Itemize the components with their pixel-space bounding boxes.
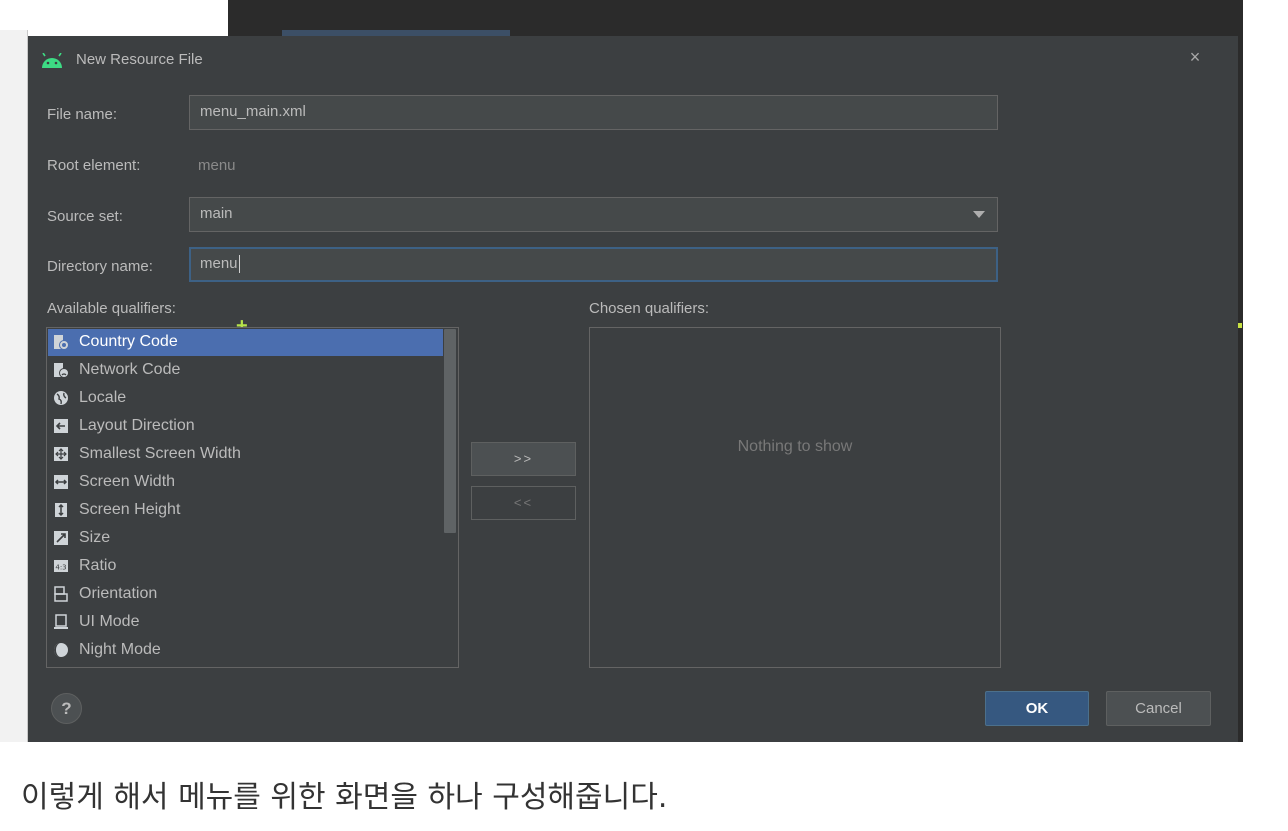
- help-button[interactable]: ?: [51, 693, 82, 724]
- smallest-screen-width-icon: [54, 447, 68, 461]
- locale-globe-icon: [54, 391, 68, 405]
- chosen-qualifiers-list[interactable]: Nothing to show: [589, 327, 1001, 668]
- add-qualifier-button[interactable]: >>: [471, 442, 576, 476]
- dialog-titlebar[interactable]: New Resource File ×: [28, 36, 1238, 84]
- list-item-layout-direction[interactable]: Layout Direction: [48, 413, 443, 440]
- directory-name-label: Directory name:: [47, 258, 153, 275]
- network-code-icon: [54, 363, 69, 378]
- screen-width-icon: [54, 475, 68, 489]
- list-item-label: Screen Height: [79, 501, 181, 518]
- list-item-label: Orientation: [79, 585, 158, 602]
- new-resource-file-dialog: New Resource File × File name: menu_main…: [28, 36, 1238, 742]
- list-item-label: Country Code: [79, 333, 178, 350]
- list-item-label: Ratio: [79, 557, 117, 574]
- file-name-label: File name:: [47, 106, 118, 123]
- screen-height-icon: [55, 503, 67, 517]
- chevron-down-icon: [973, 211, 985, 218]
- directory-name-value: menu: [200, 255, 238, 272]
- empty-state-text: Nothing to show: [737, 438, 853, 455]
- ratio-icon: 4:3: [54, 560, 68, 572]
- root-element-value: menu: [198, 157, 236, 174]
- source-set-value: main: [200, 205, 233, 222]
- list-item-country-code[interactable]: Country Code: [48, 329, 443, 356]
- country-code-icon: [54, 335, 69, 350]
- list-item-orientation[interactable]: Orientation: [48, 581, 443, 608]
- root-element-label: Root element:: [47, 157, 141, 174]
- layout-direction-icon: [54, 419, 68, 433]
- list-item-screen-width[interactable]: Screen Width: [48, 469, 443, 496]
- ok-button[interactable]: OK: [985, 691, 1089, 726]
- list-item-label: Locale: [79, 389, 127, 406]
- directory-name-input[interactable]: menu: [189, 247, 998, 282]
- list-item-label: UI Mode: [79, 613, 140, 630]
- dialog-title: New Resource File: [76, 51, 203, 68]
- night-mode-icon: [54, 643, 68, 657]
- list-item-screen-height[interactable]: Screen Height: [48, 497, 443, 524]
- svg-text:4:3: 4:3: [55, 564, 66, 572]
- list-item-smallest-screen-width[interactable]: Smallest Screen Width: [48, 441, 443, 468]
- list-item-size[interactable]: Size: [48, 525, 443, 552]
- cancel-button[interactable]: Cancel: [1106, 691, 1211, 726]
- android-icon: [42, 53, 62, 68]
- list-item-label: Smallest Screen Width: [79, 445, 241, 462]
- source-set-label: Source set:: [47, 208, 123, 225]
- available-qualifiers-label: Available qualifiers:: [47, 300, 176, 317]
- list-item-locale[interactable]: Locale: [48, 385, 443, 412]
- text-caret: [238, 255, 240, 274]
- source-set-dropdown[interactable]: main: [189, 197, 998, 232]
- list-item-ratio[interactable]: 4:3 Ratio: [48, 553, 443, 580]
- caption-text: 이렇게 해서 메뉴를 위한 화면을 하나 구성해줍니다.: [21, 780, 668, 815]
- file-name-value: menu_main.xml: [200, 103, 306, 120]
- list-item-label: Layout Direction: [79, 417, 195, 434]
- chosen-qualifiers-label: Chosen qualifiers:: [589, 300, 710, 317]
- list-item-night-mode[interactable]: Night Mode: [48, 637, 443, 664]
- scrollbar-thumb[interactable]: [444, 329, 456, 533]
- orientation-icon: [54, 586, 68, 602]
- list-item-ui-mode[interactable]: UI Mode: [48, 609, 443, 636]
- list-item-label: Night Mode: [79, 641, 161, 658]
- close-button[interactable]: ×: [1184, 46, 1206, 68]
- size-icon: [54, 531, 68, 545]
- list-item-label: Network Code: [79, 361, 181, 378]
- list-item-label: Screen Width: [79, 473, 176, 490]
- ide-left-edge: [0, 30, 28, 742]
- remove-qualifier-button[interactable]: <<: [471, 486, 576, 520]
- ui-mode-icon: [54, 614, 68, 629]
- list-item-label: Size: [79, 529, 111, 546]
- available-qualifiers-list[interactable]: Country Code Network Code Locale Layout …: [46, 327, 459, 668]
- file-name-input[interactable]: menu_main.xml: [189, 95, 998, 130]
- list-item-network-code[interactable]: Network Code: [48, 357, 443, 384]
